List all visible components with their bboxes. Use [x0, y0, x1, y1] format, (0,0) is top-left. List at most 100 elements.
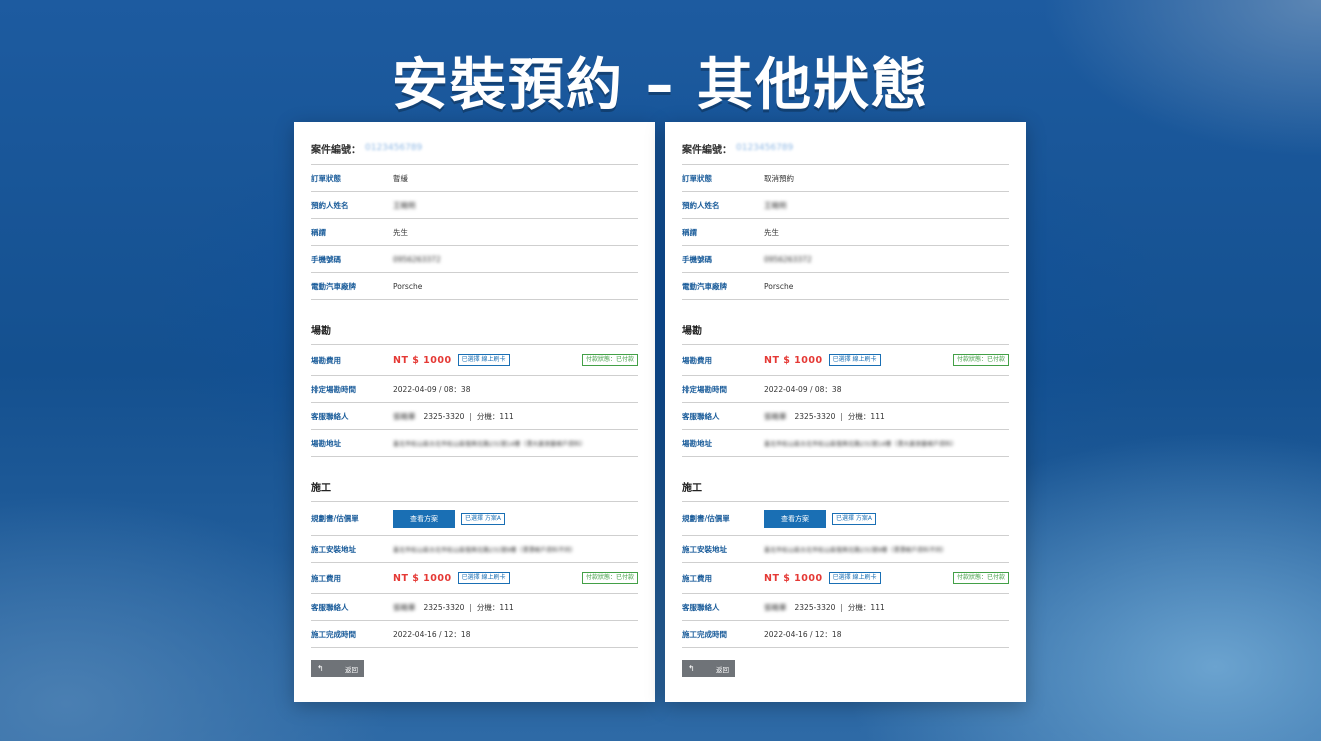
survey-fee-label: 場勘費用	[682, 355, 712, 365]
construction-pay-status-tag: 付款狀態：已付款	[952, 572, 1009, 584]
survey-contact-phone: 2325-3320	[423, 411, 465, 421]
survey-contact-label: 客服聯絡人	[311, 411, 349, 421]
customer-name-label: 預約人姓名	[311, 200, 349, 210]
construction-address-row: 施工安裝地址 臺北市松山區台北市松山區復興北路231號9樓（潭潭帳戶資料不同）	[682, 536, 1009, 563]
construction-done-value: 2022-04-16 / 12：18	[764, 629, 842, 639]
order-status-label: 訂單狀態	[682, 173, 712, 183]
customer-name-value: 王曉明	[393, 200, 416, 210]
construction-pay-method-tag: 已選擇 線上刷卡	[457, 572, 510, 584]
construction-address-value: 臺北市松山區台北市松山區復興北路231號9樓（潭潭帳戶資料不同）	[764, 546, 948, 554]
order-status-row: 訂單狀態 取消預約	[682, 165, 1009, 192]
survey-time-value: 2022-04-09 / 08：38	[764, 384, 842, 394]
order-status-row: 訂單狀態 暫緩	[311, 165, 638, 192]
construction-fee-label: 施工費用	[311, 573, 341, 583]
survey-pay-status-tag: 付款狀態：已付款	[952, 354, 1009, 366]
construction-done-label: 施工完成時間	[682, 629, 727, 639]
construction-contact-row: 客服聯絡人 張曉華 2325-3320 | 分機：111	[682, 594, 1009, 621]
back-button[interactable]: ↰ 返回	[682, 660, 735, 677]
customer-name-value: 王曉明	[764, 200, 787, 210]
survey-contact-name: 張曉華	[764, 411, 787, 421]
survey-address-label: 場勘地址	[682, 438, 712, 448]
salutation-label: 稱謂	[311, 227, 326, 237]
salutation-row: 稱謂 先生	[311, 219, 638, 246]
construction-contact-phone: 2325-3320	[794, 602, 836, 612]
construction-done-row: 施工完成時間 2022-04-16 / 12：18	[682, 621, 1009, 648]
plan-label: 規劃書/估價單	[682, 514, 730, 523]
construction-contact-ext: 分機：111	[847, 602, 885, 612]
construction-fee-label: 施工費用	[682, 573, 712, 583]
survey-fee-amount: NT $ 1000	[393, 354, 452, 366]
survey-pay-status-tag: 付款狀態：已付款	[581, 354, 638, 366]
survey-pay-method-tag: 已選擇 線上刷卡	[828, 354, 881, 366]
customer-name-label: 預約人姓名	[682, 200, 720, 210]
order-status-value: 暫緩	[393, 173, 408, 183]
construction-address-row: 施工安裝地址 臺北市松山區台北市松山區復興北路231號9樓（潭潭帳戶資料不同）	[311, 536, 638, 563]
survey-fee-label: 場勘費用	[311, 355, 341, 365]
construction-contact-ext: 分機：111	[476, 602, 514, 612]
survey-time-row: 排定場勘時間 2022-04-09 / 08：38	[311, 376, 638, 403]
construction-pay-status-tag: 付款狀態：已付款	[581, 572, 638, 584]
construction-contact-name: 張曉華	[393, 602, 416, 612]
case-number-row: 案件編號： 0123456789	[311, 132, 638, 165]
construction-contact-row: 客服聯絡人 張曉華 2325-3320 | 分機：111	[311, 594, 638, 621]
survey-fee-row: 場勘費用 NT $ 1000 已選擇 線上刷卡 付款狀態：已付款	[311, 345, 638, 376]
case-number-value: 0123456789	[365, 143, 423, 153]
construction-fee-amount: NT $ 1000	[393, 572, 452, 584]
survey-address-value: 臺北市松山區台北市松山區復興北路231號14樓（潭大廈測量帳戶資料）	[764, 440, 958, 448]
construction-contact-label: 客服聯絡人	[682, 602, 720, 612]
survey-address-row: 場勘地址 臺北市松山區台北市松山區復興北路231號14樓（潭大廈測量帳戶資料）	[682, 430, 1009, 457]
back-button-label: 返回	[345, 665, 358, 674]
survey-time-row: 排定場勘時間 2022-04-09 / 08：38	[682, 376, 1009, 403]
survey-contact-separator: |	[840, 411, 843, 421]
phone-label: 手機號碼	[682, 254, 712, 264]
construction-address-label: 施工安裝地址	[311, 544, 356, 554]
salutation-row: 稱謂 先生	[682, 219, 1009, 246]
salutation-value: 先生	[764, 227, 779, 237]
survey-fee-row: 場勘費用 NT $ 1000 已選擇 線上刷卡 付款狀態：已付款	[682, 345, 1009, 376]
construction-pay-method-tag: 已選擇 線上刷卡	[828, 572, 881, 584]
survey-contact-phone: 2325-3320	[794, 411, 836, 421]
survey-pay-method-tag: 已選擇 線上刷卡	[457, 354, 510, 366]
construction-done-label: 施工完成時間	[311, 629, 356, 639]
construction-contact-separator: |	[469, 602, 472, 612]
order-status-value: 取消預約	[764, 173, 794, 183]
view-plan-button[interactable]: 查看方案	[393, 509, 455, 528]
construction-done-row: 施工完成時間 2022-04-16 / 12：18	[311, 621, 638, 648]
phone-row: 手機號碼 0956263372	[311, 246, 638, 273]
survey-fee-amount: NT $ 1000	[764, 354, 823, 366]
construction-fee-row: 施工費用 NT $ 1000 已選擇 線上刷卡 付款狀態：已付款	[682, 563, 1009, 594]
car-brand-row: 電動汽車廠牌 Porsche	[311, 273, 638, 300]
customer-name-row: 預約人姓名 王曉明	[682, 192, 1009, 219]
construction-section-title: 施工	[311, 457, 638, 502]
customer-name-row: 預約人姓名 王曉明	[311, 192, 638, 219]
order-status-label: 訂單狀態	[311, 173, 341, 183]
back-button[interactable]: ↰ 返回	[311, 660, 364, 677]
order-card-cancelled: 案件編號： 0123456789 訂單狀態 取消預約 預約人姓名 王曉明 稱謂 …	[665, 122, 1026, 702]
construction-address-value: 臺北市松山區台北市松山區復興北路231號9樓（潭潭帳戶資料不同）	[393, 546, 577, 554]
car-brand-row: 電動汽車廠牌 Porsche	[682, 273, 1009, 300]
survey-section-title: 場勘	[311, 300, 638, 345]
survey-time-value: 2022-04-09 / 08：38	[393, 384, 471, 394]
construction-contact-name: 張曉華	[764, 602, 787, 612]
construction-done-value: 2022-04-16 / 12：18	[393, 629, 471, 639]
case-number-label: 案件編號：	[682, 144, 732, 156]
view-plan-button[interactable]: 查看方案	[764, 509, 826, 528]
plan-row: 規劃書/估價單 查看方案 已選擇 方案A	[682, 502, 1009, 536]
construction-fee-amount: NT $ 1000	[764, 572, 823, 584]
construction-address-label: 施工安裝地址	[682, 544, 727, 554]
construction-fee-row: 施工費用 NT $ 1000 已選擇 線上刷卡 付款狀態：已付款	[311, 563, 638, 594]
construction-contact-phone: 2325-3320	[423, 602, 465, 612]
case-number-row: 案件編號： 0123456789	[682, 132, 1009, 165]
survey-contact-name: 張曉華	[393, 411, 416, 421]
order-card-paused: 案件編號： 0123456789 訂單狀態 暫緩 預約人姓名 王曉明 稱謂 先生…	[294, 122, 655, 702]
survey-section-title: 場勘	[682, 300, 1009, 345]
construction-contact-separator: |	[840, 602, 843, 612]
salutation-label: 稱謂	[682, 227, 697, 237]
survey-contact-label: 客服聯絡人	[682, 411, 720, 421]
case-number-value: 0123456789	[736, 143, 794, 153]
page-headline: 安裝預約 – 其他狀態	[392, 53, 929, 118]
phone-label: 手機號碼	[311, 254, 341, 264]
back-arrow-icon: ↰	[317, 664, 324, 673]
survey-contact-separator: |	[469, 411, 472, 421]
phone-row: 手機號碼 0956263372	[682, 246, 1009, 273]
